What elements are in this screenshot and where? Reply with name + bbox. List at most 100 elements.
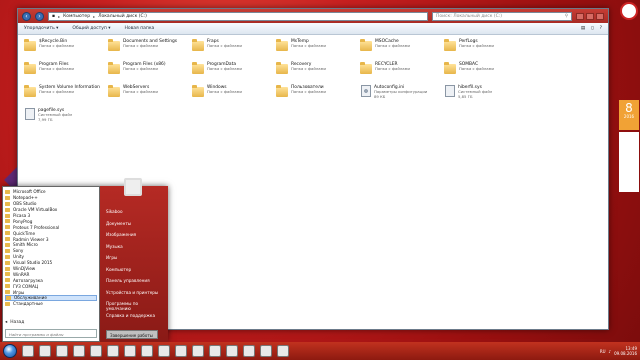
program-label: PonyProg <box>13 218 33 224</box>
taskbar-app-icon[interactable] <box>192 345 204 357</box>
file-size: 7,99 ГБ <box>38 117 53 123</box>
file-type: Папка с файлами <box>207 89 242 95</box>
taskbar-app-icon[interactable] <box>124 345 136 357</box>
file-item[interactable]: Program Files Папка с файлами <box>24 62 108 80</box>
file-item[interactable]: MSOCache Папка с файлами <box>360 39 444 57</box>
file-item[interactable]: WebServers Папка с файлами <box>108 85 192 103</box>
breadcrumb-drive-c[interactable]: Локальный диск (C:) <box>98 14 147 19</box>
language-indicator[interactable]: RU <box>600 349 606 354</box>
file-item[interactable]: Program Files (x86) Папка с файлами <box>108 62 192 80</box>
search-input[interactable]: Поиск: Локальный диск (C:) ⚲ <box>432 11 572 21</box>
folder-icon <box>5 237 10 242</box>
folder-icon <box>108 39 120 51</box>
folder-icon <box>5 225 10 230</box>
taskbar-app-icon[interactable] <box>175 345 187 357</box>
file-item[interactable]: Fraps Папка с файлами <box>192 39 276 57</box>
file-item[interactable]: System Volume Information Папка с файлами <box>24 85 108 103</box>
file-item[interactable]: ProgramData Папка с файлами <box>192 62 276 80</box>
start-menu-link[interactable]: Изображения <box>100 229 168 241</box>
start-search-input[interactable]: Найти программы и файлы <box>5 329 97 338</box>
back-arrow-icon[interactable]: ‹ <box>22 11 31 21</box>
file-item[interactable]: RECYCLER Папка с файлами <box>360 62 444 80</box>
taskbar-clock[interactable]: 13:49 09.08.2016 <box>614 346 637 356</box>
start-menu-link[interactable]: Игры <box>100 252 168 264</box>
taskbar-app-icon[interactable] <box>107 345 119 357</box>
taskbar-app-icon[interactable] <box>39 345 51 357</box>
folder-icon <box>108 62 120 74</box>
folder-icon <box>444 39 456 51</box>
maximize-icon[interactable] <box>586 12 594 20</box>
file-item[interactable]: Recovery Папка с файлами <box>276 62 360 80</box>
help-icon[interactable]: ? <box>600 26 602 31</box>
program-label: Oracle VM VirtualBox <box>13 207 58 213</box>
file-item[interactable]: Пользователи Папка с файлами <box>276 85 360 103</box>
start-menu-link[interactable]: Музыка <box>100 241 168 253</box>
file-item[interactable]: Windows Папка с файлами <box>192 85 276 103</box>
gear-file-icon <box>361 85 371 97</box>
calendar-year: 2016 <box>623 114 635 119</box>
program-label: Smith Micro <box>13 242 38 248</box>
volume-icon[interactable]: ♪ <box>609 349 612 354</box>
clock-gadget-icon <box>620 2 638 20</box>
command-bar: Упорядочить ▾ Общий доступ ▾ Новая папка… <box>18 23 608 35</box>
start-menu-link[interactable]: Устройства и принтеры <box>100 287 168 299</box>
file-type: Папка с файлами <box>39 89 74 95</box>
file-type: Папка с файлами <box>375 43 410 49</box>
calendar-day: 8 <box>625 101 633 115</box>
start-menu-link[interactable]: Компьютер <box>100 264 168 276</box>
file-item[interactable]: Documents and Settings Папка с файлами <box>108 39 192 57</box>
close-icon[interactable] <box>596 12 604 20</box>
folder-icon <box>5 207 10 212</box>
file-item[interactable]: Autoconfig.ini Параметры конфигурации 89 К… <box>360 85 444 103</box>
breadcrumb-separator-icon: ▸ <box>58 13 61 19</box>
file-type: Папка с файлами <box>375 66 410 72</box>
program-label: Picasa 3 <box>13 213 31 218</box>
file-type: Папка с файлами <box>291 43 326 49</box>
back-button[interactable]: ◂ Назад <box>5 320 24 325</box>
taskbar-app-icon[interactable] <box>158 345 170 357</box>
taskbar-app-icon[interactable] <box>277 345 289 357</box>
search-icon: ⚲ <box>564 13 568 19</box>
taskbar-app-icon[interactable] <box>56 345 68 357</box>
taskbar-app-icon[interactable] <box>226 345 238 357</box>
preview-pane-icon[interactable]: ▯ <box>591 26 593 31</box>
user-avatar[interactable] <box>124 178 142 196</box>
file-size: 5,85 ГБ <box>458 94 473 100</box>
file-item[interactable]: pagefile.sys Системный файл 7,99 ГБ <box>24 108 108 126</box>
program-menu-item[interactable]: Стандартные <box>5 301 97 307</box>
start-button[interactable] <box>3 344 17 358</box>
taskbar-app-icon[interactable] <box>90 345 102 357</box>
start-menu-link[interactable]: Панель управления <box>100 275 168 287</box>
file-item[interactable]: PerfLogs Папка с файлами <box>444 39 528 57</box>
taskbar-app-icon[interactable] <box>73 345 85 357</box>
start-menu-link[interactable]: Справка и поддержка <box>100 310 168 322</box>
minimize-icon[interactable] <box>576 12 584 20</box>
forward-arrow-icon[interactable]: › <box>35 11 44 21</box>
system-tray: RU ♪ 13:49 09.08.2016 <box>600 346 637 356</box>
start-menu-link[interactable]: Программы по умолчанию <box>100 298 168 311</box>
breadcrumb-computer[interactable]: Компьютер <box>63 14 90 19</box>
taskbar-app-icon[interactable] <box>22 345 34 357</box>
program-label: Автозагрузка <box>13 277 43 283</box>
address-bar[interactable]: ▪ ▸ Компьютер ▸ Локальный диск (C:) <box>48 11 428 21</box>
start-menu-link[interactable]: Sikaboo <box>100 206 168 218</box>
start-menu-link[interactable]: Документы <box>100 218 168 230</box>
organize-button[interactable]: Упорядочить ▾ <box>24 26 58 31</box>
taskbar-app-icon[interactable] <box>141 345 153 357</box>
share-button[interactable]: Общий доступ ▾ <box>72 26 110 31</box>
taskbar-app-icon[interactable] <box>243 345 255 357</box>
start-menu-links-pane: Sikaboo Документы Изображения Музыка Игры Ком… <box>100 178 168 342</box>
folder-icon <box>192 85 204 97</box>
view-options-icon[interactable]: ▤ <box>581 26 585 31</box>
file-item[interactable]: MsTemp Папка с файлами <box>276 39 360 57</box>
file-size: 89 КБ <box>374 94 386 100</box>
file-item[interactable]: hiberfil.sys Системный файл 5,85 ГБ <box>444 85 528 103</box>
shutdown-button[interactable]: Завершение работы <box>106 330 158 339</box>
file-item[interactable]: $Recycle.Bin Папка с файлами <box>24 39 108 57</box>
new-folder-button[interactable]: Новая папка <box>125 26 155 31</box>
taskbar-app-icon[interactable] <box>209 345 221 357</box>
taskbar-app-icon[interactable] <box>260 345 272 357</box>
file-type: Папка с файлами <box>207 66 242 72</box>
folder-icon <box>192 39 204 51</box>
file-item[interactable]: SOMBAC Папка с файлами <box>444 62 528 80</box>
